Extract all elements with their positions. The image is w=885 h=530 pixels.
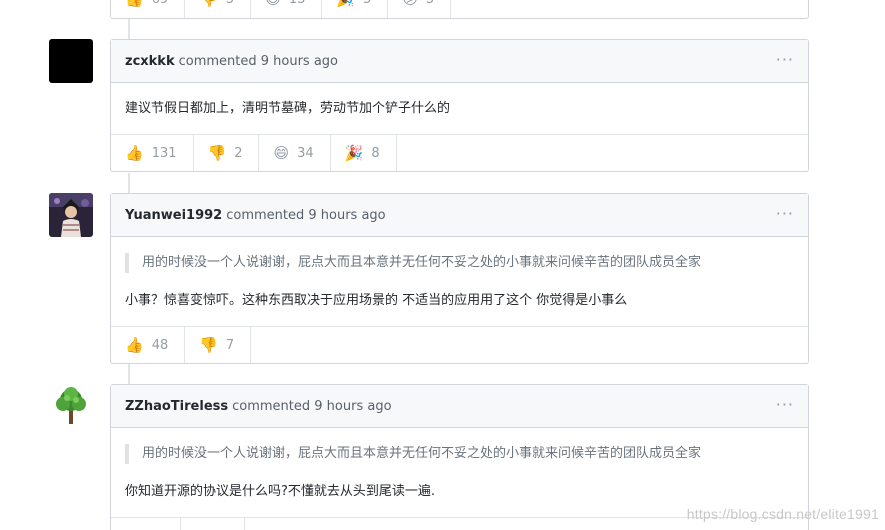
reaction-thumbs-up[interactable]: 👍 48 (111, 327, 186, 363)
confused-icon: 😕 (402, 0, 418, 7)
reactions-bar: 👍 131 👎 2 😄 34 🎉 8 (111, 134, 808, 171)
comment-body: 用的时候没一个人说谢谢，屁点大而且本意并无任何不妥之处的小事就来问候辛苦的团队成… (111, 428, 808, 517)
avatar[interactable] (49, 193, 93, 237)
comment-timestamp[interactable]: commented 9 hours ago (179, 54, 338, 69)
thumbs-down-icon: 👎 (199, 0, 218, 7)
comment-header: ZZhaoTireless commented 9 hours ago ··· (111, 385, 808, 428)
previous-comment: 👍 69 👎 5 😄 13 🎉 5 😕 5 (110, 0, 809, 19)
comment-body: 用的时候没一个人说谢谢，屁点大而且本意并无任何不妥之处的小事就来问候辛苦的团队成… (111, 237, 808, 326)
laugh-icon: 😄 (273, 143, 290, 162)
hooray-icon: 🎉 (344, 143, 364, 162)
reaction-thumbs-down[interactable] (181, 518, 245, 530)
timeline-connector (128, 173, 130, 194)
avatar[interactable] (49, 39, 93, 83)
reaction-thumbs-down[interactable]: 👎 7 (185, 327, 252, 363)
comment-header: Yuanwei1992 commented 9 hours ago ··· (111, 194, 808, 237)
quoted-text: 用的时候没一个人说谢谢，屁点大而且本意并无任何不妥之处的小事就来问候辛苦的团队成… (125, 444, 794, 464)
comment-header: zcxkkk commented 9 hours ago ··· (111, 40, 808, 83)
comment-author[interactable]: ZZhaoTireless (125, 399, 228, 414)
comment-author[interactable]: zcxkkk (125, 54, 175, 69)
reaction-count: 34 (297, 145, 314, 161)
hooray-icon: 🎉 (336, 0, 355, 7)
quoted-text: 用的时候没一个人说谢谢，屁点大而且本意并无任何不妥之处的小事就来问候辛苦的团队成… (125, 253, 794, 273)
reaction-count: 69 (152, 0, 169, 7)
reaction-thumbs-down[interactable]: 👎 5 (185, 0, 252, 18)
reaction-count: 131 (151, 145, 177, 161)
thumbs-up-icon: 👍 (125, 335, 144, 354)
avatar[interactable] (49, 384, 93, 428)
reaction-count: 5 (426, 0, 434, 7)
comment: Yuanwei1992 commented 9 hours ago ··· 用的… (110, 193, 809, 364)
reaction-count: 2 (234, 145, 243, 161)
reaction-thumbs-up[interactable]: 👍 69 (111, 0, 186, 18)
reaction-count: 48 (151, 337, 169, 353)
thumbs-up-icon: 👍 (125, 0, 144, 7)
reaction-confused[interactable]: 😕 5 (388, 0, 452, 18)
comment-text: 你知道开源的协议是什么吗?不懂就去从头到尾读一遍. (125, 484, 436, 499)
timeline-connector (128, 364, 130, 385)
reaction-thumbs-up[interactable] (111, 518, 181, 530)
watermark: https://blog.csdn.net/elite1991 (686, 506, 879, 522)
more-options-icon[interactable]: ··· (776, 206, 794, 222)
reaction-count: 7 (225, 337, 235, 353)
reaction-count: 5 (363, 0, 371, 7)
comment: zcxkkk commented 9 hours ago ··· 建议节假日都加… (110, 39, 809, 172)
reaction-count: 8 (371, 145, 380, 161)
comment-timestamp[interactable]: commented 9 hours ago (232, 399, 391, 414)
thumbs-down-icon: 👎 (199, 335, 218, 354)
comment-text: 建议节假日都加上，清明节墓碑，劳动节加个铲子什么的 (125, 101, 451, 116)
reaction-count: 5 (226, 0, 234, 7)
reaction-laugh[interactable]: 😄 34 (259, 135, 331, 171)
timeline-connector (128, 19, 130, 40)
comment-author[interactable]: Yuanwei1992 (125, 208, 222, 223)
reaction-laugh[interactable]: 😄 13 (251, 0, 323, 18)
more-options-icon[interactable]: ··· (776, 397, 794, 413)
comment-text: 小事？惊喜变惊吓。这种东西取决于应用场景的 不适当的应用用了这个 你觉得是小事么 (125, 293, 628, 308)
thumbs-up-icon: 👍 (125, 143, 144, 162)
thumbs-down-icon: 👎 (207, 143, 227, 162)
reaction-count: 13 (289, 0, 306, 7)
reactions-bar: 👍 48 👎 7 (111, 326, 808, 363)
reaction-thumbs-down[interactable]: 👎 2 (194, 135, 260, 171)
comment-body: 建议节假日都加上，清明节墓碑，劳动节加个铲子什么的 (111, 83, 808, 134)
more-options-icon[interactable]: ··· (776, 52, 794, 68)
reaction-thumbs-up[interactable]: 👍 131 (111, 135, 194, 171)
reaction-hooray[interactable]: 🎉 5 (322, 0, 389, 18)
comment-timestamp[interactable]: commented 9 hours ago (226, 208, 385, 223)
reaction-hooray[interactable]: 🎉 8 (331, 135, 397, 171)
laugh-icon: 😄 (265, 0, 281, 7)
